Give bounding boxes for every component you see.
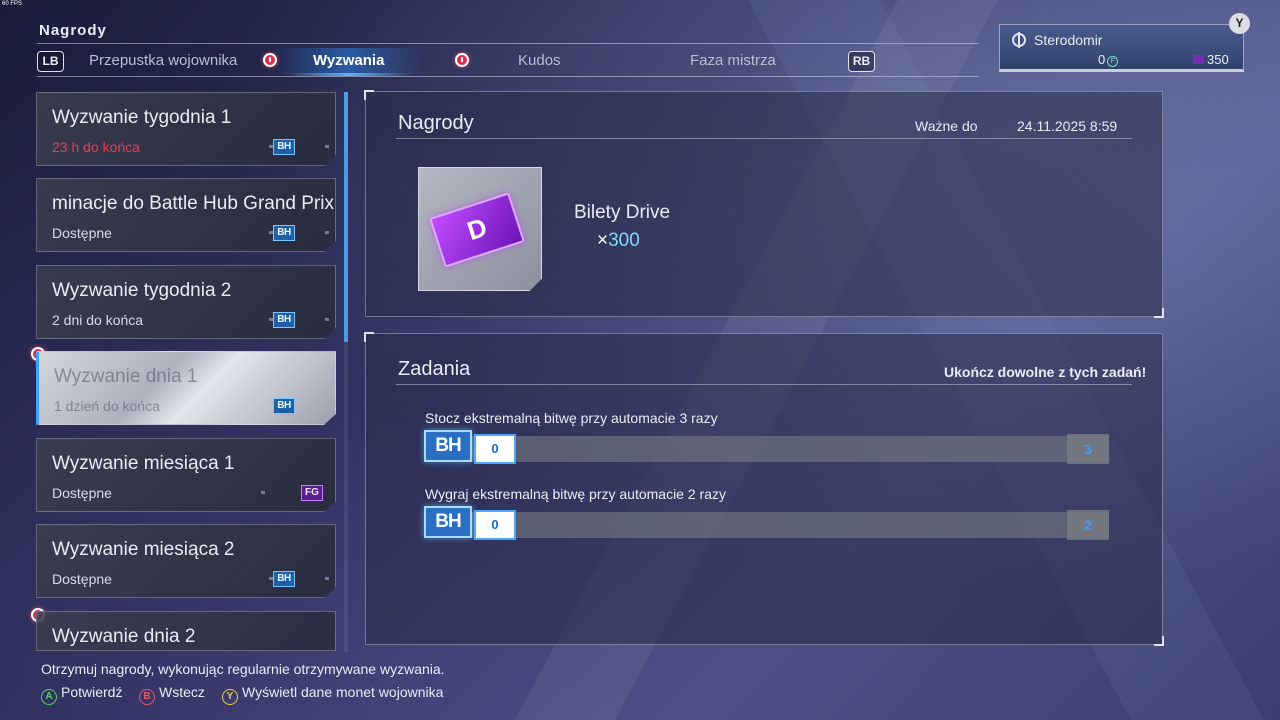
tasks-title: Zadania <box>398 358 471 380</box>
tab-master-phase[interactable]: Faza mistrza <box>690 52 776 69</box>
challenge-subtitle: Dostępne <box>52 225 112 241</box>
tab-kudos[interactable]: Kudos <box>518 52 561 69</box>
fight-money: 0F <box>1098 52 1119 67</box>
footer-description: Otrzymuj nagrody, wykonując regularnie o… <box>41 661 445 677</box>
player-panel: Sterodomir 0F 350 <box>999 24 1244 72</box>
reward-name: Bilety Drive <box>574 202 671 223</box>
fight-money-value: 0 <box>1098 52 1106 67</box>
challenge-subtitle: 23 h do końca <box>52 139 140 155</box>
tab-challenges[interactable]: Wyzwania <box>273 48 425 76</box>
drive-money: 350 <box>1193 52 1229 67</box>
reward-quantity: ×300 <box>597 230 640 252</box>
tab-divider <box>37 76 979 77</box>
divider-dash <box>269 577 273 580</box>
fps-counter: 60 FPS <box>2 1 23 7</box>
task-progress-bar: BH 0 2 <box>424 506 1109 540</box>
info-label: Wyświetl dane monet wojownika <box>242 684 444 700</box>
player-name: Sterodomir <box>1034 32 1103 48</box>
battle-hub-badge-icon: BH <box>424 430 472 462</box>
challenge-title: Wyzwanie miesiąca 2 <box>52 539 235 560</box>
challenge-title: Wyzwanie dnia 1 <box>54 366 198 387</box>
challenge-card[interactable]: Wyzwanie miesiąca 2 Dostępne BH <box>36 524 336 598</box>
y-button-icon: Y <box>222 689 238 705</box>
task-current-count: 0 <box>474 510 516 540</box>
divider-dash <box>269 231 273 234</box>
divider-dash <box>269 318 273 321</box>
challenge-card[interactable]: minacje do Battle Hub Grand Prix Dostępn… <box>36 178 336 252</box>
notification-icon <box>455 53 469 67</box>
tasks-divider <box>396 384 1132 385</box>
a-button-icon: A <box>41 689 57 705</box>
challenge-title: minacje do Battle Hub Grand Prix <box>52 193 334 214</box>
battle-hub-badge-icon: BH <box>273 139 295 155</box>
drive-money-value: 350 <box>1207 52 1229 67</box>
battle-hub-badge-icon: BH <box>273 225 295 241</box>
b-button-icon: B <box>139 689 155 705</box>
challenge-title: Wyzwanie miesiąca 1 <box>52 453 235 474</box>
fighting-ground-badge-icon: FG <box>301 485 323 501</box>
list-scrollbar-thumb[interactable] <box>344 92 348 342</box>
player-title-icon <box>1012 32 1026 48</box>
task-progress-bar: BH 0 3 <box>424 430 1109 464</box>
page-title: Nagrody <box>39 22 107 39</box>
valid-until-date: 24.11.2025 8:59 <box>1017 118 1118 134</box>
battle-hub-badge-icon: BH <box>273 312 295 328</box>
task-label: Stocz ekstremalną bitwę przy automacie 3… <box>425 410 718 426</box>
battle-hub-badge-icon: BH <box>424 506 472 538</box>
reward-item-tile[interactable]: D <box>418 167 542 291</box>
rb-button[interactable]: RB <box>848 51 875 72</box>
divider-dash <box>325 577 329 580</box>
task-current-count: 0 <box>474 434 516 464</box>
challenge-card-selected[interactable]: Wyzwanie dnia 1 1 dzień do końca BH <box>36 351 336 425</box>
battle-hub-badge-icon: BH <box>273 571 295 587</box>
divider-dash <box>325 231 329 234</box>
divider-dash <box>325 145 329 148</box>
confirm-hint[interactable]: A Potwierdź <box>41 684 122 705</box>
challenge-card[interactable]: Wyzwanie tygodnia 2 2 dni do końca BH <box>36 265 336 339</box>
drive-ticket-icon: D <box>429 192 525 268</box>
confirm-label: Potwierdź <box>61 684 123 700</box>
challenge-card[interactable]: Wyzwanie tygodnia 1 23 h do końca BH <box>36 92 336 166</box>
divider-dash <box>269 145 273 148</box>
challenge-card[interactable]: Wyzwanie dnia 2 <box>36 611 336 651</box>
valid-until-label: Ważne do <box>915 118 978 134</box>
title-divider <box>37 43 979 44</box>
ticket-letter: D <box>463 211 491 247</box>
tab-battle-pass[interactable]: Przepustka wojownika <box>89 52 237 69</box>
challenge-title: Wyzwanie tygodnia 1 <box>52 107 232 128</box>
battle-hub-badge-icon: BH <box>273 398 295 414</box>
task-target-count: 3 <box>1067 434 1109 464</box>
drive-ticket-icon <box>1193 55 1204 64</box>
rewards-title: Nagrody <box>398 112 474 134</box>
challenge-subtitle: Dostępne <box>52 485 112 501</box>
tasks-hint: Ukończ dowolne z tych zadań! <box>944 364 1147 380</box>
tasks-panel: Zadania Ukończ dowolne z tych zadań! Sto… <box>364 332 1164 646</box>
rewards-panel: Nagrody Ważne do 24.11.2025 8:59 D Bilet… <box>364 90 1164 318</box>
lb-button[interactable]: LB <box>37 51 64 72</box>
task-label: Wygraj ekstremalną bitwę przy automacie … <box>425 486 726 502</box>
challenge-title: Wyzwanie dnia 2 <box>52 626 196 647</box>
quantity-value: 300 <box>608 230 640 251</box>
challenge-subtitle: 1 dzień do końca <box>54 398 160 414</box>
challenge-title: Wyzwanie tygodnia 2 <box>52 280 232 301</box>
info-hint[interactable]: Y Wyświetl dane monet wojownika <box>222 684 443 705</box>
challenge-subtitle: Dostępne <box>52 571 112 587</box>
back-label: Wstecz <box>159 684 205 700</box>
divider-dash <box>261 491 265 494</box>
back-hint[interactable]: B Wstecz <box>139 684 205 705</box>
challenge-card[interactable]: Wyzwanie miesiąca 1 Dostępne FG <box>36 438 336 512</box>
divider-dash <box>325 318 329 321</box>
rewards-divider <box>396 138 1132 139</box>
task-target-count: 2 <box>1067 510 1109 540</box>
y-button-icon[interactable]: Y <box>1229 13 1250 34</box>
quantity-prefix: × <box>597 230 609 251</box>
challenge-subtitle: 2 dni do końca <box>52 312 144 328</box>
tab-bar: LB Przepustka wojownika Wyzwania Kudos F… <box>37 48 979 76</box>
fight-money-icon: F <box>1107 56 1119 67</box>
